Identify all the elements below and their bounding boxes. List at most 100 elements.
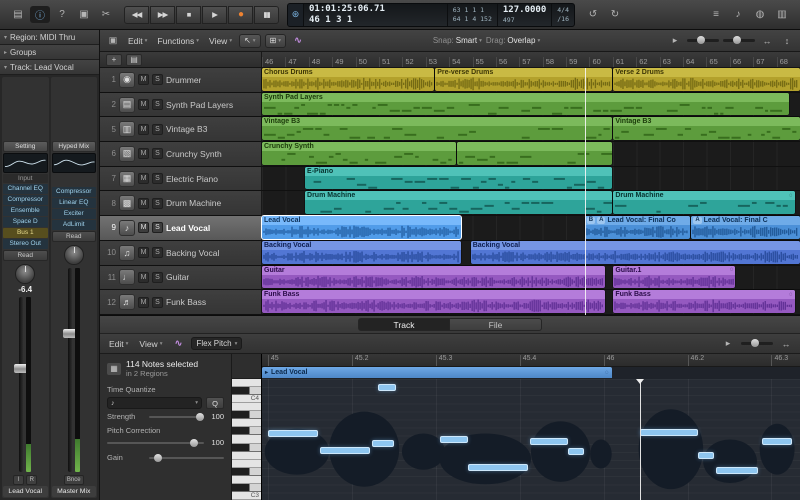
eq-display[interactable] [52,153,97,173]
editor-flex-icon[interactable]: ∿ [170,337,186,351]
flex-icon[interactable]: ∿ [290,34,306,48]
track-lane[interactable]: Chorus DrumsPre-verse DrumsVerse 2 Drums [262,68,800,92]
forward-button[interactable]: ▶▶ [150,6,175,24]
menu-view[interactable]: View▾ [206,35,235,47]
mute-button[interactable]: M [138,173,149,184]
editor-catch-icon[interactable]: ▸ [720,337,736,351]
editor-zoom-icon[interactable]: ↔ [778,337,794,351]
mute-button[interactable]: M [138,297,149,308]
cycle-icon[interactable]: ↻ [605,6,625,23]
send-slot[interactable]: Bus 1 [3,228,48,238]
note-pads-icon[interactable]: ♪ [728,6,748,23]
piano-key-b3[interactable] [232,403,261,411]
piano-key-c4[interactable]: C4 [232,395,261,403]
mute-button[interactable]: M [138,247,149,258]
ruler-bar-60[interactable]: 60 [589,57,612,67]
mute-button[interactable]: M [138,272,149,283]
ruler-bar-48[interactable]: 48 [309,57,332,67]
ruler-bar-58[interactable]: 58 [543,57,566,67]
track-header-electric-piano[interactable]: 7▦MSElectric Piano [100,167,262,191]
add-track-button[interactable]: + [106,54,122,66]
piano-key-c3[interactable]: C3 [232,492,261,500]
catch-playhead-icon[interactable]: ▸ [667,34,683,48]
take-badge[interactable]: B [587,217,595,224]
slider-thumb[interactable] [196,413,204,421]
region-vintage-b3[interactable]: Vintage B3 [613,117,800,140]
region-verse-2-drums[interactable]: Verse 2 Drums [613,68,800,91]
lcd-display[interactable]: ⊛ 01:01:25:06.71 46 1 3 1 63 1 1 1 64 1 … [287,3,575,27]
region-guitar-1[interactable]: Guitar.1◌ [613,266,735,289]
ruler-bar-47[interactable]: 47 [285,57,308,67]
region-guitar[interactable]: Guitar [262,266,605,289]
automation-mode-button[interactable]: Read [3,250,48,261]
ruler-bar-64[interactable]: 64 [683,57,706,67]
strength-slider[interactable] [149,416,204,418]
flex-pitch-note[interactable] [698,452,714,459]
solo-button[interactable]: S [152,297,163,308]
flex-mode-select[interactable]: Flex Pitch▾ [191,337,242,350]
mute-button[interactable]: M [138,99,149,110]
track-lane[interactable]: Vintage B3Vintage B3 [262,117,800,141]
solo-button[interactable]: S [152,272,163,283]
take-badge[interactable]: A [693,217,701,224]
editor-menu-view[interactable]: View▾ [136,338,165,350]
tab-track[interactable]: Track [358,318,450,331]
solo-button[interactable]: S [152,222,163,233]
mute-button[interactable]: M [138,148,149,159]
play-button[interactable]: ▶ [202,6,227,24]
ruler-bar-56[interactable]: 56 [496,57,519,67]
inspector-toggle-icon[interactable]: ⓘ [30,6,50,23]
menu-edit[interactable]: Edit▾ [125,35,150,47]
pitch-correction-slider[interactable] [107,442,204,444]
ruler-bar-61[interactable]: 61 [613,57,636,67]
mute-button[interactable]: M [138,124,149,135]
region-pre-verse-drums[interactable]: Pre-verse Drums [435,68,611,91]
track-header-crunchy-synth[interactable]: 6▧MSCrunchy Synth [100,142,262,166]
track-header-guitar[interactable]: 11♩MSGuitar [100,266,262,290]
track-lane[interactable]: Crunchy Synth [262,142,800,166]
track-header-lead-vocal[interactable]: 9♪MSLead Vocal [100,216,262,240]
channel-setting-button[interactable]: Hyped Mix [52,141,97,152]
flex-pitch-note[interactable] [378,384,396,391]
slider-thumb[interactable] [190,439,198,447]
track-inspector-header[interactable]: ▾ Track: Lead Vocal [0,60,99,75]
ruler-bar-65[interactable]: 65 [706,57,729,67]
piano-key-e3[interactable] [232,460,261,468]
slider-thumb[interactable] [751,339,759,347]
solo-button[interactable]: S [152,198,163,209]
solo-button[interactable]: S [152,173,163,184]
region-lead-vocal-final-co[interactable]: BALead Vocal: Final Co [585,216,690,239]
ruler-bar-67[interactable]: 67 [753,57,776,67]
region-funk-bass[interactable]: Funk Bass◌ [613,290,794,313]
region-funk-bass[interactable]: Funk Bass [262,290,605,313]
piano-key-d3[interactable] [232,476,261,484]
mute-button[interactable]: M [138,198,149,209]
slider-thumb[interactable] [697,36,705,44]
library-icon[interactable]: ▤ [8,6,28,23]
ruler-bar-68[interactable]: 68 [777,57,800,67]
snap-control[interactable]: Snap:Smart▾ [433,36,482,45]
horizontal-zoom-slider[interactable] [687,39,719,42]
region-vintage-b3[interactable]: Vintage B3 [262,117,612,140]
tools-icon[interactable]: ✂ [96,6,116,23]
ruler-bar-54[interactable]: 54 [449,57,472,67]
track-header-synth-pad-layers[interactable]: 2▤MSSynth Pad Layers [100,93,262,117]
ruler-bar-63[interactable]: 63 [660,57,683,67]
eq-display[interactable] [3,153,48,173]
flex-pitch-note[interactable] [568,448,584,455]
record-enable-button[interactable]: R [26,475,37,485]
editor-zoom-slider[interactable] [741,342,773,345]
solo-button[interactable]: S [152,247,163,258]
region-e-piano[interactable]: E-Piano [305,167,612,190]
pause-button[interactable]: ▮▮ [254,6,279,24]
piano-key[interactable] [232,387,261,395]
ruler-bar-50[interactable]: 50 [356,57,379,67]
plugin-slot[interactable]: Linear EQ [52,198,97,208]
plugin-slot[interactable]: Compressor [52,187,97,197]
groups-inspector-header[interactable]: ▸ Groups [0,45,99,60]
track-header-funk-bass[interactable]: 12♬MSFunk Bass [100,290,262,314]
ruler-bar-52[interactable]: 52 [402,57,425,67]
volume-fader[interactable] [68,268,72,472]
region-lead-vocal[interactable]: Lead Vocal [262,216,461,239]
piano-key[interactable] [232,411,261,419]
